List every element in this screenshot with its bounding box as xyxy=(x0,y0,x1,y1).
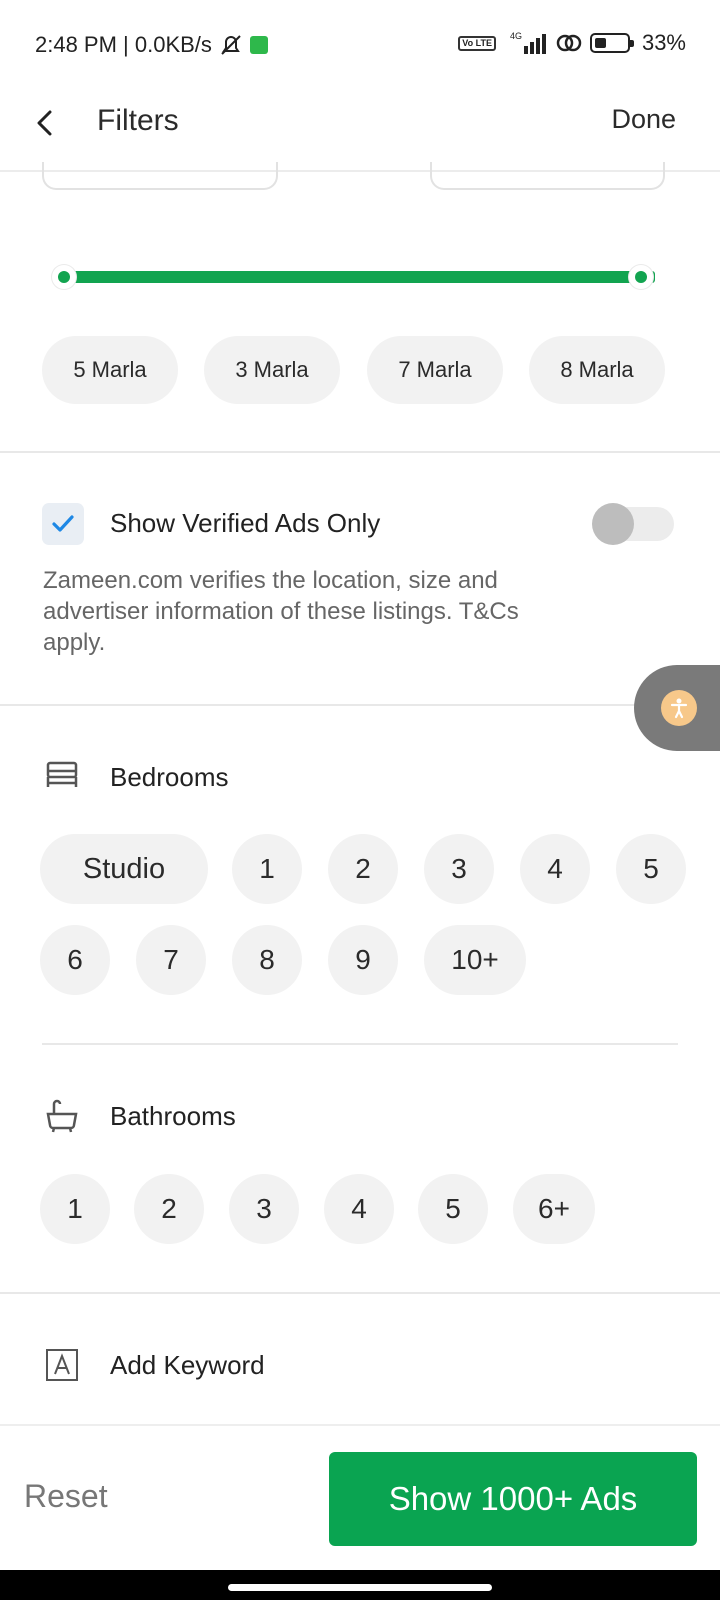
bathroom-option-2[interactable]: 2 xyxy=(134,1174,204,1244)
link-icon xyxy=(556,34,582,52)
battery-level: 33% xyxy=(641,30,686,55)
size-chip-7-marla[interactable]: 7 Marla xyxy=(367,336,503,404)
area-range-track[interactable] xyxy=(70,271,655,283)
accessibility-icon[interactable] xyxy=(661,690,697,726)
bedroom-option-4[interactable]: 4 xyxy=(520,834,590,904)
checkmark-icon xyxy=(52,515,74,532)
back-arrow-icon[interactable] xyxy=(30,108,60,138)
verified-toggle-knob[interactable] xyxy=(592,503,634,545)
reset-button[interactable]: Reset xyxy=(24,1478,108,1515)
app-notification-icon xyxy=(249,36,268,54)
area-range-max-handle[interactable] xyxy=(629,265,653,289)
add-keyword-title: Add Keyword xyxy=(110,1350,265,1380)
section-divider xyxy=(0,704,720,706)
subsection-divider xyxy=(42,1043,678,1045)
bedrooms-title: Bedrooms xyxy=(110,762,229,792)
bedroom-option-8[interactable]: 8 xyxy=(232,925,302,995)
bathroom-option-5[interactable]: 5 xyxy=(418,1174,488,1244)
bedroom-option-10-plus[interactable]: 10+ xyxy=(424,925,526,995)
size-chip-8-marla[interactable]: 8 Marla xyxy=(529,336,665,404)
size-chip-5-marla[interactable]: 5 Marla xyxy=(42,336,178,404)
max-area-input[interactable] xyxy=(430,162,665,190)
home-gesture-handle[interactable] xyxy=(228,1584,492,1591)
status-left: 2:48 PM | 0.0KB/s xyxy=(35,32,268,58)
bathrooms-title: Bathrooms xyxy=(110,1101,236,1131)
status-time-speed: 2:48 PM | 0.0KB/s xyxy=(35,32,212,57)
show-ads-button[interactable]: Show 1000+ Ads xyxy=(329,1452,697,1546)
keyword-icon xyxy=(46,1349,78,1381)
bedroom-option-3[interactable]: 3 xyxy=(424,834,494,904)
bedroom-option-9[interactable]: 9 xyxy=(328,925,398,995)
mute-bell-icon xyxy=(221,35,241,55)
bathroom-option-6-plus[interactable]: 6+ xyxy=(513,1174,595,1244)
size-chip-3-marla[interactable]: 3 Marla xyxy=(204,336,340,404)
bedroom-option-5[interactable]: 5 xyxy=(616,834,686,904)
bathroom-option-1[interactable]: 1 xyxy=(40,1174,110,1244)
verified-description: Zameen.com verifies the location, size a… xyxy=(43,567,519,656)
bathroom-option-4[interactable]: 4 xyxy=(324,1174,394,1244)
bedroom-option-2[interactable]: 2 xyxy=(328,834,398,904)
network-label: 4G xyxy=(510,31,522,41)
bathroom-option-3[interactable]: 3 xyxy=(229,1174,299,1244)
area-range-min-handle[interactable] xyxy=(52,265,76,289)
status-right: Vo LTE 4G 33% xyxy=(458,30,686,56)
bedroom-option-studio[interactable]: Studio xyxy=(40,834,208,904)
bedroom-option-7[interactable]: 7 xyxy=(136,925,206,995)
header: Filters Done xyxy=(0,90,720,172)
bedroom-option-6[interactable]: 6 xyxy=(40,925,110,995)
section-divider xyxy=(0,451,720,453)
bedroom-option-1[interactable]: 1 xyxy=(232,834,302,904)
volte-icon: Vo LTE xyxy=(458,35,496,51)
page-title: Filters xyxy=(97,104,179,137)
verified-title: Show Verified Ads Only xyxy=(110,508,381,538)
status-bar: 2:48 PM | 0.0KB/s Vo LTE 4G 33% xyxy=(0,0,720,90)
bed-icon xyxy=(46,761,78,787)
done-button[interactable]: Done xyxy=(611,104,676,135)
section-divider xyxy=(0,1292,720,1294)
signal-icon: 4G xyxy=(510,31,546,54)
verified-checkbox[interactable] xyxy=(42,503,84,545)
bathtub-icon xyxy=(46,1099,78,1133)
min-area-input[interactable] xyxy=(42,162,278,190)
battery-icon xyxy=(589,33,634,53)
